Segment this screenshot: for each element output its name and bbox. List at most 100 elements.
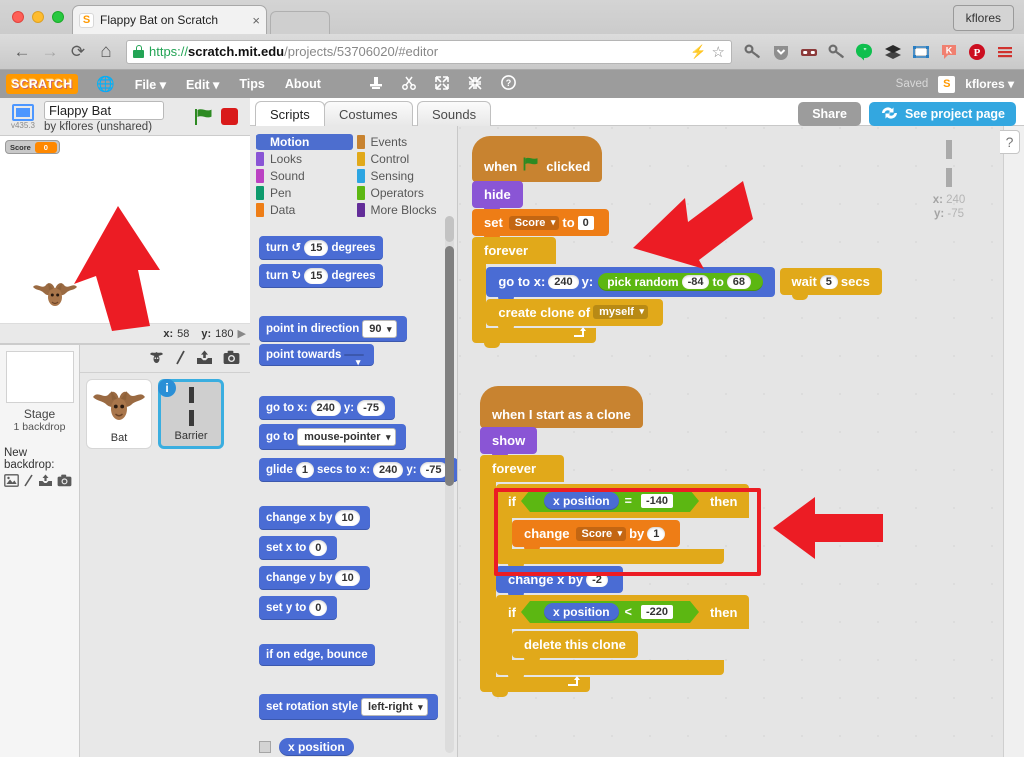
block-set-score[interactable]: set Score to 0 — [472, 209, 609, 241]
stage-selector-pane[interactable]: Stage 1 backdrop New backdrop: — [0, 345, 80, 757]
camera-sprite-icon[interactable] — [223, 350, 240, 368]
palette-scrollbar-thumb[interactable] — [445, 246, 454, 486]
account-menu[interactable]: kflores ▾ — [965, 77, 1014, 91]
clone-target-dropdown[interactable]: myself — [593, 305, 648, 319]
browser-tab[interactable]: S Flappy Bat on Scratch × — [72, 5, 267, 34]
block-when-flag-clicked[interactable]: when clicked — [472, 136, 603, 182]
back-icon[interactable]: ← — [8, 38, 36, 66]
camera-backdrop-icon[interactable] — [57, 474, 72, 490]
block-input[interactable]: -75 — [357, 400, 386, 416]
x-position-watcher-checkbox[interactable] — [259, 741, 271, 753]
window-minimize-button[interactable] — [32, 11, 44, 23]
paint-backdrop-icon[interactable] — [23, 474, 34, 490]
menu-edit[interactable]: Edit ▾ — [186, 77, 219, 92]
block-create-clone[interactable]: create clone of myself — [486, 298, 663, 331]
tab-costumes[interactable]: Costumes — [324, 101, 413, 126]
see-project-page-button[interactable]: See project page — [868, 102, 1016, 126]
tab-scripts[interactable]: Scripts — [255, 101, 325, 126]
palette-block-set-rotation-style[interactable]: set rotation style left-right — [259, 694, 438, 720]
category-motion[interactable]: Motion — [256, 134, 353, 150]
bookmark-star-icon[interactable]: ☆ — [712, 43, 725, 61]
block-input[interactable]: 1 — [295, 462, 314, 478]
category-looks[interactable]: Looks — [256, 151, 353, 167]
palette-block-set-y[interactable]: set y to 0 — [259, 596, 338, 620]
category-operators[interactable]: Operators — [356, 185, 454, 201]
variable-dropdown[interactable]: Score — [508, 215, 560, 230]
block-input[interactable]: 68 — [726, 274, 752, 289]
palette-block-go-to-target[interactable]: go to mouse-pointer — [259, 424, 406, 450]
layers-icon[interactable] — [882, 41, 904, 63]
palette-block-x-position[interactable]: x position — [259, 738, 354, 756]
palette-block-change-x[interactable]: change x by 10 — [259, 506, 370, 530]
forever-header[interactable]: forever — [480, 455, 564, 482]
block-dropdown[interactable]: 90 — [362, 320, 397, 338]
sprite-card-barrier[interactable]: i Barrier — [158, 379, 224, 449]
stage-size-control[interactable]: v435.3 — [6, 103, 40, 130]
palette-block-set-x[interactable]: set x to 0 — [259, 536, 338, 560]
browser-tab-inactive[interactable] — [270, 11, 330, 34]
paint-sprite-icon[interactable] — [175, 350, 186, 368]
window-close-button[interactable] — [12, 11, 24, 23]
block-input[interactable]: 0 — [309, 540, 328, 556]
menu-about[interactable]: About — [285, 77, 321, 91]
grow-tool-icon[interactable] — [435, 75, 449, 93]
category-pen[interactable]: Pen — [256, 185, 353, 201]
incognito-mask-icon[interactable] — [798, 41, 820, 63]
block-input[interactable]: 0 — [577, 215, 594, 230]
sprite-library-icon[interactable] — [148, 349, 165, 368]
forever-header[interactable]: forever — [472, 237, 556, 264]
close-icon[interactable]: × — [252, 13, 260, 28]
browser-profile-chip[interactable]: kflores — [952, 5, 1014, 31]
palette-block-turn-cw[interactable]: turn ↻ 15 degrees — [259, 264, 383, 288]
block-x-position-reporter[interactable]: x position — [543, 603, 619, 621]
palette-block-glide[interactable]: glide 1 secs to x: 240 y: -75 — [259, 458, 457, 482]
key-icon[interactable] — [742, 41, 764, 63]
block-input[interactable]: 10 — [335, 570, 360, 586]
hangouts-icon[interactable]: ” — [854, 41, 876, 63]
scratch-logo[interactable]: SCRATCH — [6, 74, 78, 94]
window-maximize-button[interactable] — [52, 11, 64, 23]
help-tab-button[interactable]: ? — [1000, 130, 1020, 154]
block-input[interactable]: 240 — [373, 462, 404, 478]
block-input[interactable]: 240 — [310, 400, 341, 416]
sprite-info-icon[interactable]: i — [158, 379, 176, 397]
block-input[interactable]: 0 — [309, 600, 328, 616]
if-header[interactable]: if x position < -220 then — [496, 595, 750, 629]
block-input[interactable]: 5 — [819, 274, 838, 289]
klout-icon[interactable]: K — [938, 41, 960, 63]
block-go-to-xy-random[interactable]: go to x: 240 y: pick random -84 to 68 — [486, 266, 776, 302]
palette-block-point-in-direction[interactable]: point in direction 90 — [259, 316, 407, 342]
pinterest-icon[interactable]: P — [966, 41, 988, 63]
screenshot-icon[interactable] — [910, 41, 932, 63]
block-if-x-less-than[interactable]: if x position < -220 then delete this cl… — [496, 595, 750, 680]
duplicate-tool-icon[interactable] — [369, 76, 383, 93]
help-tool-icon[interactable]: ? — [501, 75, 516, 93]
globe-icon[interactable]: 🌐 — [96, 75, 115, 93]
menu-tips[interactable]: Tips — [239, 77, 264, 91]
block-dropdown[interactable]: mouse-pointer — [297, 428, 396, 446]
palette-block-if-on-edge-bounce[interactable]: if on edge, bounce — [259, 644, 375, 666]
block-wait-secs[interactable]: wait 5 secs — [779, 268, 882, 300]
stage-thumbnail[interactable] — [5, 351, 74, 403]
share-button[interactable]: Share — [798, 102, 861, 126]
upload-backdrop-icon[interactable] — [38, 474, 53, 490]
block-pick-random[interactable]: pick random -84 to 68 — [598, 272, 764, 291]
palette-block-change-y[interactable]: change y by 10 — [259, 566, 370, 590]
score-variable-watcher[interactable]: Score 0 — [5, 140, 60, 154]
palette-block-point-towards[interactable]: point towards — [259, 344, 375, 369]
block-show[interactable]: show — [480, 427, 538, 459]
block-less-than-operator[interactable]: x position < -220 — [520, 601, 699, 623]
cut-tool-icon[interactable] — [401, 76, 416, 93]
palette-block-turn-ccw[interactable]: turn ↺ 15 degrees — [259, 236, 383, 260]
block-dropdown[interactable] — [344, 354, 365, 369]
upload-sprite-icon[interactable] — [196, 350, 213, 368]
forward-icon[interactable]: → — [36, 38, 64, 66]
lightning-icon[interactable]: ⚡ — [690, 44, 706, 60]
sprite-card-bat[interactable]: Bat — [86, 379, 152, 449]
block-input[interactable]: 15 — [304, 240, 329, 256]
avatar[interactable]: S — [938, 75, 956, 93]
backdrop-library-icon[interactable] — [4, 474, 19, 490]
block-input[interactable]: -220 — [640, 605, 673, 619]
stop-button[interactable] — [221, 108, 238, 125]
block-delete-this-clone[interactable]: delete this clone — [512, 631, 638, 663]
